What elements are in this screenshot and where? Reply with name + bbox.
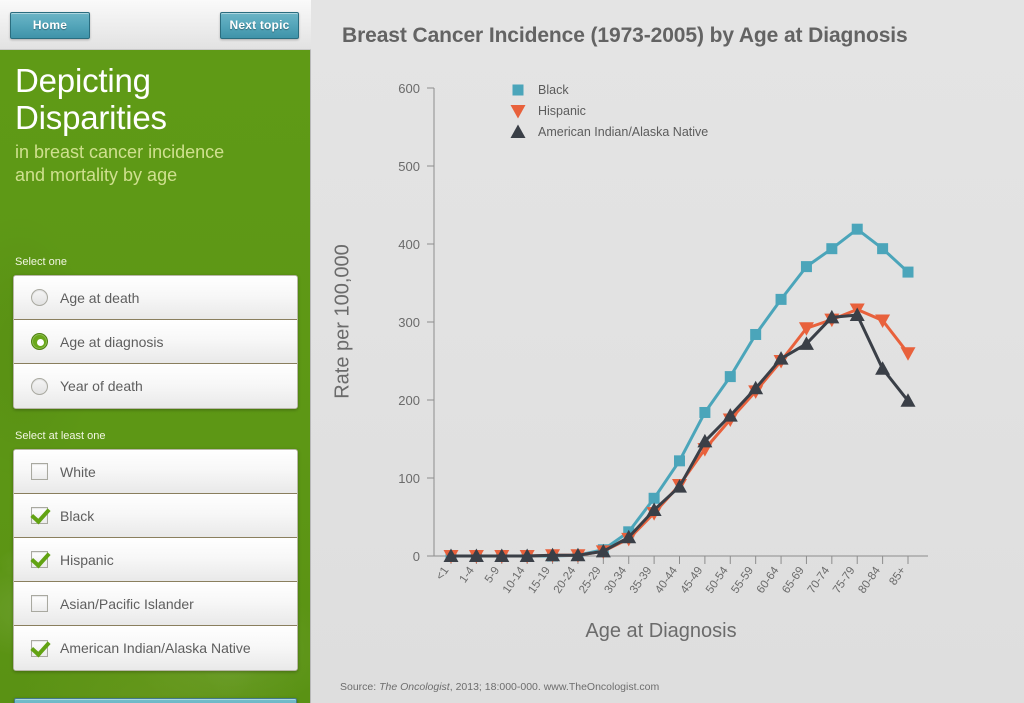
y-tick-label: 500	[398, 159, 420, 174]
page-title-line1: Depicting	[15, 62, 151, 99]
create-figure-button[interactable]: Create figure	[14, 698, 297, 703]
chart-series-layer	[443, 223, 916, 564]
radio-icon-age-at-death[interactable]	[31, 289, 48, 306]
data-point-marker	[800, 261, 812, 273]
chart-series	[443, 303, 916, 564]
x-tick-label: 25-29	[577, 565, 604, 596]
legend-label: Hispanic	[538, 104, 586, 118]
page-subtitle: in breast cancer incidence and mortality…	[15, 141, 305, 187]
x-tick-label: 80-84	[856, 564, 883, 595]
radio-group-age-basis: Age at death Age at diagnosis Year of de…	[13, 275, 298, 409]
data-point-marker	[775, 293, 787, 305]
x-tick-label: 10-14	[501, 564, 528, 595]
chart-panel: Breast Cancer Incidence (1973-2005) by A…	[311, 0, 1024, 703]
top-navigation-bar: Home Next topic	[0, 0, 311, 50]
x-tick-label: 65-69	[780, 565, 807, 596]
x-tick-label: 30-34	[602, 564, 629, 595]
legend-marker	[510, 105, 526, 119]
radio-row-age-at-death[interactable]: Age at death	[14, 276, 297, 320]
checkbox-icon-asian-pacific-islander[interactable]	[31, 595, 48, 612]
next-topic-button[interactable]: Next topic	[220, 12, 299, 39]
y-tick-label: 300	[398, 315, 420, 330]
page-subtitle-line1: in breast cancer incidence	[15, 142, 225, 162]
checkbox-label-white: White	[60, 463, 96, 480]
x-tick-label: 20-24	[552, 564, 579, 595]
chart-svg: 0 100 200 300 400 500 600 <1 1-4 5-910-1415-1920…	[398, 81, 928, 596]
source-citation: Source: The Oncologist, 2013; 18:000-000…	[340, 681, 659, 693]
source-publication: The Oncologist	[379, 681, 450, 693]
data-point-marker	[900, 347, 916, 361]
data-point-marker	[699, 406, 711, 418]
checkbox-row-american-indian-alaska-native[interactable]: American Indian/Alaska Native	[14, 626, 297, 670]
page-subtitle-line2: and mortality by age	[15, 165, 178, 185]
x-tick-label: 55-59	[729, 565, 756, 596]
y-tick-label: 400	[398, 237, 420, 252]
chart-series	[445, 223, 914, 562]
source-prefix: Source:	[340, 681, 380, 693]
chart-legend: Black Hispanic American Indian/Alaska Nati…	[510, 83, 708, 139]
x-tick-label: 85+	[887, 565, 908, 588]
plot-area-wrapper: Rate per 100,000 Age at Diagnosis 0 100 20…	[311, 0, 1024, 703]
data-point-marker	[750, 328, 762, 340]
y-axis-ticks: 0 100 200 300 400 500 600	[398, 81, 434, 564]
application-window: Home Next topic Depicting Disparities in…	[0, 0, 1024, 703]
radio-icon-year-of-death[interactable]	[31, 377, 48, 395]
x-tick-label: 50-54	[704, 564, 731, 595]
legend-marker	[510, 124, 526, 138]
select-one-group-label: Select one	[15, 256, 67, 268]
legend-label: Black	[538, 83, 569, 97]
x-tick-label: 5-9	[483, 565, 502, 586]
source-rest: , 2013; 18:000-000. www.TheOncologist.co…	[449, 681, 660, 693]
x-tick-label: 60-64	[755, 564, 782, 595]
checkbox-icon-white[interactable]	[31, 463, 48, 480]
checkbox-label-asian-pacific-islander: Asian/Pacific Islander	[60, 595, 194, 612]
radio-row-year-of-death[interactable]: Year of death	[14, 364, 297, 408]
checkbox-icon-american-indian-alaska-native[interactable]	[31, 639, 48, 657]
x-tick-label: 1-4	[457, 564, 477, 585]
checkbox-icon-black[interactable]	[31, 507, 48, 524]
checkbox-group-race-ethnicity: White Black Hispanic Asian/Pacific Islan…	[13, 449, 298, 671]
data-point-marker	[902, 266, 914, 278]
legend-marker	[512, 84, 524, 96]
data-point-marker	[648, 492, 660, 504]
checkbox-label-hispanic: Hispanic	[60, 551, 114, 568]
x-tick-label: 15-19	[526, 565, 553, 596]
radio-label-age-at-diagnosis: Age at diagnosis	[60, 333, 164, 350]
legend-label: American Indian/Alaska Native	[538, 125, 708, 139]
y-tick-label: 600	[398, 81, 420, 96]
sidebar-green-panel: Depicting Disparities in breast cancer i…	[0, 50, 311, 703]
sidebar-title-block: Depicting Disparities in breast cancer i…	[15, 62, 305, 187]
chart-series	[443, 307, 916, 562]
checkbox-row-asian-pacific-islander[interactable]: Asian/Pacific Islander	[14, 582, 297, 626]
data-point-marker	[851, 223, 863, 235]
x-tick-label: 40-44	[653, 564, 680, 595]
y-tick-label: 0	[413, 549, 420, 564]
radio-label-age-at-death: Age at death	[60, 289, 140, 306]
checkbox-row-white[interactable]: White	[14, 450, 297, 494]
radio-row-age-at-diagnosis[interactable]: Age at diagnosis	[14, 320, 297, 364]
x-tick-label: <1	[434, 565, 451, 583]
y-tick-label: 100	[398, 471, 420, 486]
x-tick-label: 35-39	[628, 565, 655, 596]
checkbox-label-black: Black	[60, 507, 95, 524]
checkbox-row-black[interactable]: Black	[14, 494, 297, 538]
checkbox-label-american-indian-alaska-native: American Indian/Alaska Native	[60, 640, 251, 656]
data-point-marker	[724, 371, 736, 383]
select-at-least-one-group-label: Select at least one	[15, 430, 106, 442]
data-point-marker	[674, 455, 685, 467]
page-title-line2: Disparities	[15, 99, 167, 136]
data-point-marker	[826, 243, 838, 255]
data-point-marker	[875, 361, 891, 375]
home-button[interactable]: Home	[10, 12, 90, 39]
left-sidebar: Home Next topic Depicting Disparities in…	[0, 0, 311, 703]
data-point-marker	[877, 243, 889, 255]
x-tick-label: 45-49	[679, 565, 706, 596]
radio-label-year-of-death: Year of death	[60, 378, 143, 394]
x-tick-label: 70-74	[806, 564, 833, 595]
radio-icon-age-at-diagnosis[interactable]	[31, 333, 48, 350]
checkbox-row-hispanic[interactable]: Hispanic	[14, 538, 297, 582]
x-tick-label: 75-79	[831, 565, 858, 596]
y-tick-label: 200	[398, 393, 420, 408]
checkbox-icon-hispanic[interactable]	[31, 551, 48, 568]
